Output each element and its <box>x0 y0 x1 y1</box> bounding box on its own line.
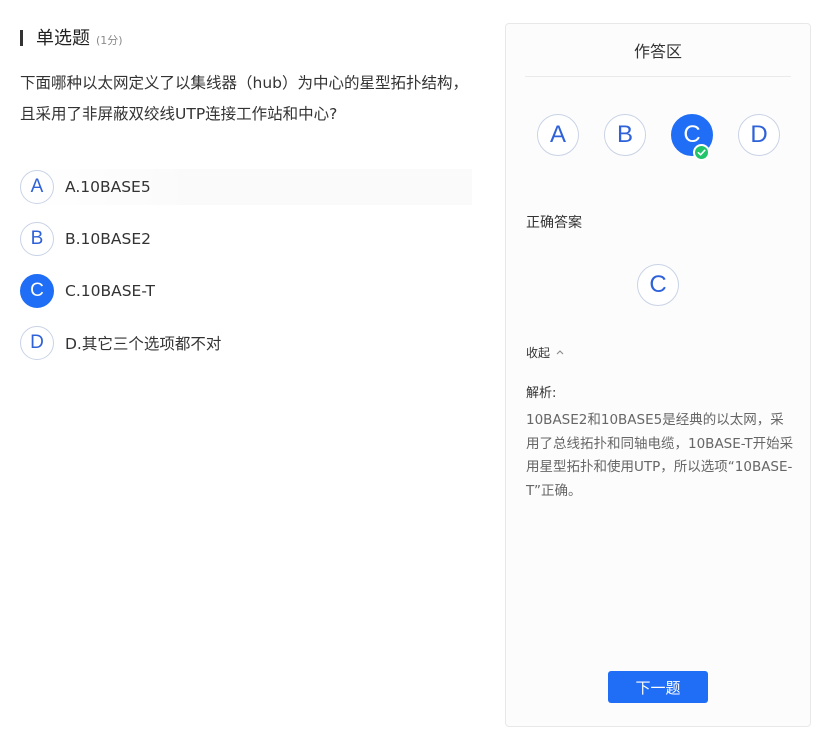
question-header: 单选题 (1分) <box>20 24 472 52</box>
answer-choice-d[interactable]: D <box>738 114 780 156</box>
chevron-up-icon <box>556 348 564 358</box>
collapse-label: 收起 <box>526 346 551 360</box>
question-score: (1分) <box>96 34 123 47</box>
correct-answer-badge: C <box>637 264 679 306</box>
answer-choice-b[interactable]: B <box>604 114 646 156</box>
next-question-button[interactable]: 下一题 <box>608 671 708 703</box>
answer-choices: A B C D <box>537 114 805 161</box>
answer-panel: 作答区 A B C D 正确答案 C 收起 解析: 10BASE2和10BASE… <box>505 23 811 727</box>
correct-answer-title: 正确答案 <box>526 215 582 231</box>
option-d-letter: D <box>20 326 54 360</box>
question-area: 单选题 (1分) 下面哪种以太网定义了以集线器（hub）为中心的星型拓扑结构，且… <box>20 24 472 377</box>
option-c[interactable]: C C.10BASE-T <box>20 273 472 309</box>
option-d-label: D.其它三个选项都不对 <box>65 335 222 353</box>
question-text: 下面哪种以太网定义了以集线器（hub）为中心的星型拓扑结构，且采用了非屏蔽双绞线… <box>20 74 468 123</box>
option-a-label: A.10BASE5 <box>65 178 151 196</box>
collapse-toggle[interactable]: 收起 <box>526 344 564 361</box>
option-d[interactable]: D D.其它三个选项都不对 <box>20 325 472 361</box>
option-list: A A.10BASE5 B B.10BASE2 C C.10BASE-T D D… <box>20 169 472 361</box>
question-type: 单选题 <box>36 28 90 49</box>
option-c-letter: C <box>20 274 54 308</box>
answer-choice-a[interactable]: A <box>537 114 579 156</box>
option-b-letter: B <box>20 222 54 256</box>
option-b[interactable]: B B.10BASE2 <box>20 221 472 257</box>
panel-title: 作答区 <box>525 24 791 77</box>
option-b-label: B.10BASE2 <box>65 230 152 248</box>
answer-choice-c[interactable]: C <box>671 114 713 161</box>
option-c-label: C.10BASE-T <box>65 282 155 300</box>
title-bar-decoration <box>20 30 23 46</box>
option-a[interactable]: A A.10BASE5 <box>20 169 472 205</box>
explanation-text: 10BASE2和10BASE5是经典的以太网，采用了总线拓扑和同轴电缆，10BA… <box>526 412 794 499</box>
explanation-title: 解析: <box>526 386 557 401</box>
check-icon <box>693 144 710 161</box>
option-a-letter: A <box>20 170 54 204</box>
